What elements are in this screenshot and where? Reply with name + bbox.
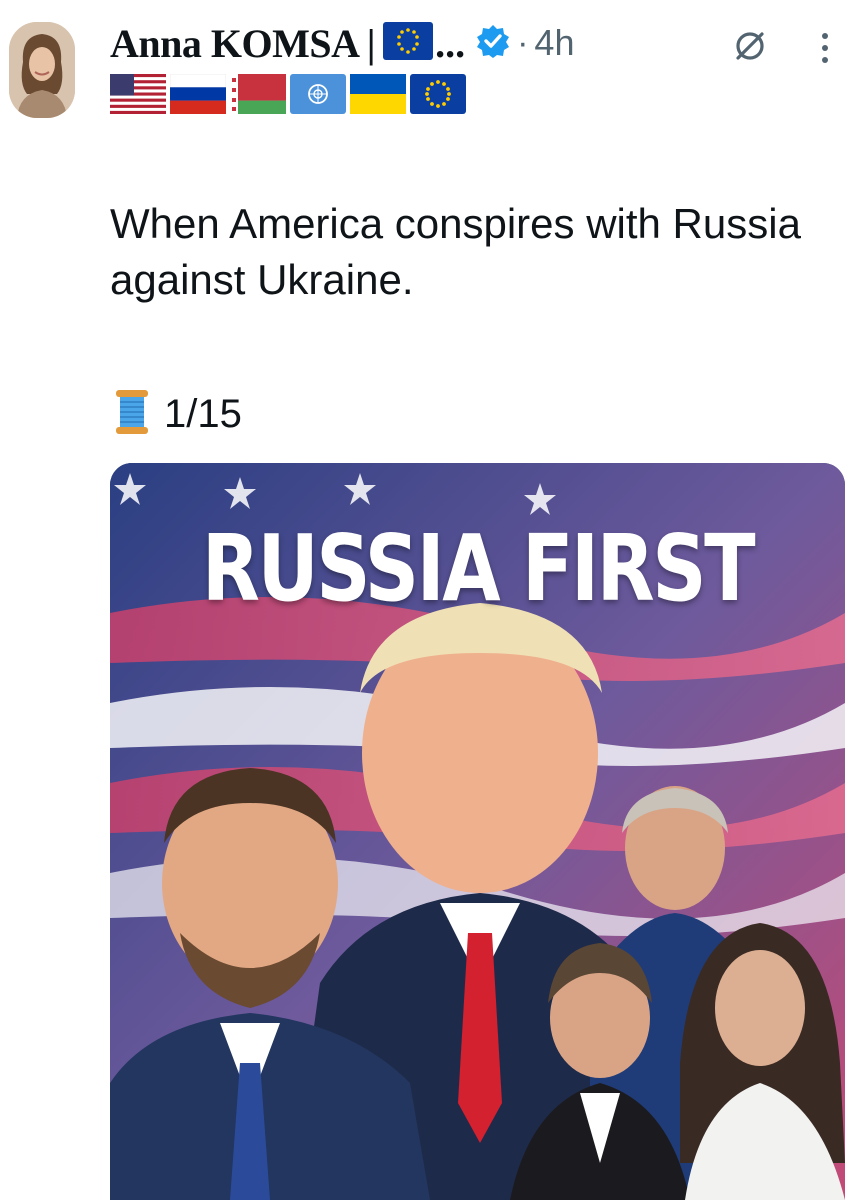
author-display-name[interactable]: Anna KOMSA | xyxy=(110,20,376,67)
author-flags xyxy=(110,74,466,114)
author-avatar[interactable] xyxy=(9,22,75,118)
post-text: When America conspires with Russia again… xyxy=(110,200,801,303)
post-timestamp[interactable]: 4h xyxy=(534,22,574,64)
more-options-icon[interactable] xyxy=(815,26,835,75)
post-image[interactable]: RUSSIA FIRST xyxy=(110,463,845,1200)
image-headline: RUSSIA FIRST xyxy=(201,515,756,622)
russia-flag-icon xyxy=(170,74,226,114)
eu-flag-icon xyxy=(410,74,466,114)
ukraine-flag-icon xyxy=(350,74,406,114)
thread-count: 1/15 xyxy=(164,392,242,436)
un-flag-icon xyxy=(290,74,346,114)
spool-of-thread-icon xyxy=(114,388,150,441)
belarus-flag-icon xyxy=(230,74,286,114)
separator-dot: · xyxy=(517,23,529,62)
eu-flag-icon xyxy=(383,21,434,65)
post-header: Anna KOMSA | ... · 4h xyxy=(110,18,845,118)
verified-badge-icon[interactable] xyxy=(475,23,511,64)
us-flag-icon xyxy=(110,74,166,114)
author-name-row[interactable]: Anna KOMSA | ... · 4h xyxy=(110,18,574,68)
null-symbol-icon[interactable] xyxy=(730,26,770,71)
thread-indicator: 1/15 xyxy=(114,388,242,441)
name-truncation: ... xyxy=(435,20,466,66)
